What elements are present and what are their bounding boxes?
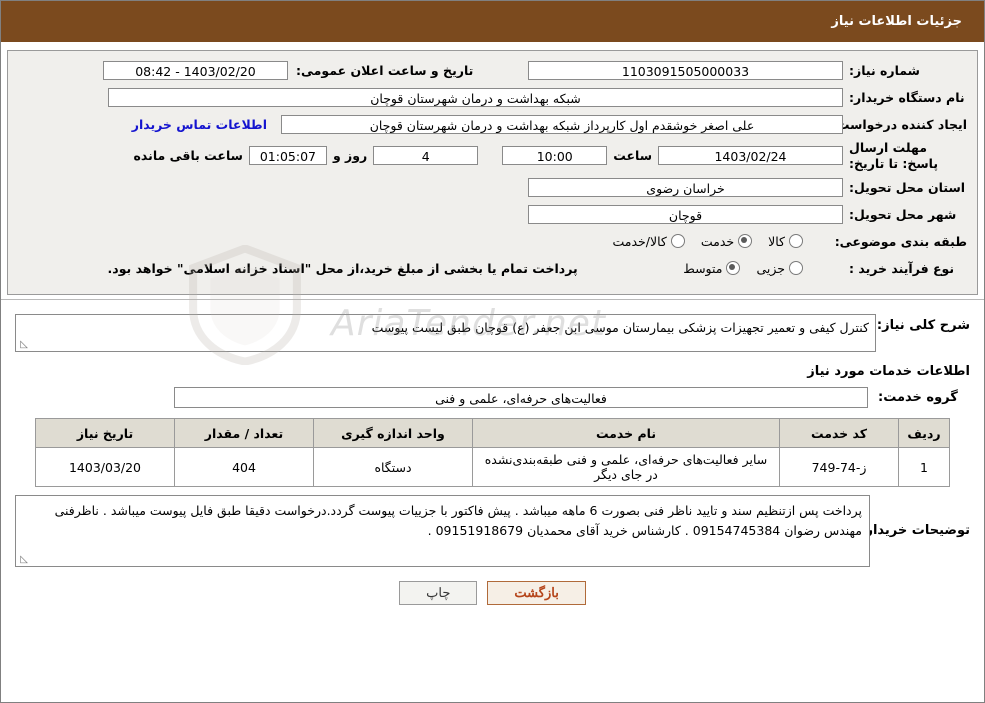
need-details-page: جزئیات اطلاعات نیاز شماره نیاز: 11030915…	[0, 0, 985, 703]
row-general-description: شرح کلی نیاز: کنترل کیفی و تعمیر تجهیزات…	[15, 314, 970, 353]
general-description-value: کنترل کیفی و تعمیر تجهیزات پزشکی بیمارست…	[15, 314, 876, 353]
need-info-panel: شماره نیاز: 1103091505000033 تاریخ و ساع…	[7, 50, 978, 296]
process-label: نوع فرآیند خرید :	[849, 260, 955, 276]
th-row: ردیف	[898, 418, 950, 449]
category-label: طبقه بندی موضوعی:	[834, 233, 967, 249]
general-description-label: شرح کلی نیاز:	[876, 318, 970, 334]
buyer-org-label: نام دستگاه خریدار:	[849, 89, 965, 105]
process-option-jozi-label: جزیی	[756, 260, 785, 276]
category-option-kala[interactable]: کالا	[768, 234, 803, 249]
row-province: استان محل تحویل: خراسان رضوی	[18, 176, 967, 198]
page-header: جزئیات اطلاعات نیاز	[1, 1, 984, 42]
buyer-notes-value: پرداخت پس ازتنظیم سند و تایید ناظر فنی ب…	[15, 495, 870, 568]
row-category: طبقه بندی موضوعی: کالا خدمت کالا/خدمت	[18, 230, 967, 252]
radio-kala-icon[interactable]	[789, 234, 803, 249]
buyer-notes-text: پرداخت پس ازتنظیم سند و تایید ناظر فنی ب…	[54, 503, 862, 539]
services-table-wrap: ردیف کد خدمت نام خدمت واحد اندازه گیری ت…	[35, 418, 950, 488]
category-option-kala-khedmat[interactable]: کالا/خدمت	[612, 233, 685, 249]
row-process: نوع فرآیند خرید : جزیی متوسط پرداخت تمام…	[18, 257, 967, 279]
services-table: ردیف کد خدمت نام خدمت واحد اندازه گیری ت…	[35, 418, 950, 488]
radio-khedmat-icon[interactable]	[738, 234, 753, 249]
th-date: تاریخ نیاز	[35, 418, 175, 449]
process-option-jozi[interactable]: جزیی	[756, 261, 803, 276]
back-button[interactable]: بازگشت	[487, 581, 586, 606]
deadline-time-value: 10:00	[502, 146, 608, 166]
table-row: 1 ز-74-749 سایر فعالیت‌های حرفه‌ای، علمی…	[35, 447, 950, 488]
process-note: پرداخت تمام یا بخشی از مبلغ خرید،از محل …	[107, 260, 578, 276]
process-option-motavaset[interactable]: متوسط	[683, 260, 741, 276]
row-city: شهر محل تحویل: قوچان	[18, 203, 967, 225]
cell-qty: 404	[174, 447, 314, 488]
category-option-kala-khedmat-label: کالا/خدمت	[612, 233, 667, 249]
city-label: شهر محل تحویل:	[849, 206, 957, 222]
general-section: شرح کلی نیاز: کنترل کیفی و تعمیر تجهیزات…	[1, 300, 984, 409]
announce-date-label: تاریخ و ساعت اعلان عمومی:	[296, 62, 474, 78]
announce-date-value: 1403/02/20 - 08:42	[103, 60, 288, 80]
buyer-org-value: شبکه بهداشت و درمان شهرستان قوچان	[108, 87, 843, 107]
remaining-time-value: 01:05:07	[248, 146, 327, 166]
province-label: استان محل تحویل:	[849, 179, 966, 195]
city-value: قوچان	[528, 204, 843, 224]
radio-kala-khedmat-icon[interactable]	[670, 234, 685, 249]
cell-name: سایر فعالیت‌های حرفه‌ای، علمی و فنی طبقه…	[472, 447, 780, 488]
th-qty: تعداد / مقدار	[174, 418, 314, 449]
resize-grip-icon[interactable]: ◺	[18, 340, 28, 350]
row-requester: ایجاد کننده درخواست: علی اصغر خوشقدم اول…	[18, 113, 967, 135]
days-label: روز و	[332, 148, 368, 164]
cell-code: ز-74-749	[779, 447, 899, 488]
province-value: خراسان رضوی	[528, 177, 843, 197]
row-buyer-notes: توضیحات خریدار: پرداخت پس ازتنظیم سند و …	[15, 495, 970, 568]
need-number-label: شماره نیاز:	[849, 62, 920, 78]
remaining-days-value: 4	[373, 146, 479, 166]
need-number-value: 1103091505000033	[528, 60, 843, 80]
deadline-label: مهلت ارسال پاسخ: تا تاریخ:	[849, 140, 939, 171]
buyer-notes-label: توضیحات خریدار:	[860, 523, 970, 539]
table-header-row: ردیف کد خدمت نام خدمت واحد اندازه گیری ت…	[35, 418, 950, 449]
buyer-contact-link[interactable]: اطلاعات تماس خریدار	[132, 117, 281, 132]
process-option-motavaset-label: متوسط	[683, 260, 723, 276]
services-section-title: اطلاعات خدمات مورد نیاز	[807, 364, 970, 380]
row-deadline: مهلت ارسال پاسخ: تا تاریخ: 1403/02/24 سا…	[18, 140, 967, 171]
cell-date: 1403/03/20	[35, 447, 175, 488]
requester-label: ایجاد کننده درخواست:	[831, 116, 967, 132]
remaining-label: ساعت باقی مانده	[133, 148, 243, 164]
general-description-text: کنترل کیفی و تعمیر تجهیزات پزشکی بیمارست…	[371, 320, 869, 336]
service-group-label: گروه خدمت:	[878, 390, 958, 406]
radio-motavaset-icon[interactable]	[726, 261, 741, 276]
cell-unit: دستگاه	[313, 447, 473, 488]
th-code: کد خدمت	[779, 418, 899, 449]
th-name: نام خدمت	[472, 418, 780, 449]
th-unit: واحد اندازه گیری	[313, 418, 473, 449]
deadline-date-value: 1403/02/24	[658, 146, 843, 166]
action-bar: بازگشت چاپ	[1, 581, 984, 606]
print-button[interactable]: چاپ	[399, 581, 478, 606]
page-title: جزئیات اطلاعات نیاز	[831, 14, 962, 29]
cell-row: 1	[898, 447, 950, 488]
service-group-value: فعالیت‌های حرفه‌ای، علمی و فنی	[174, 387, 868, 409]
requester-value: علی اصغر خوشقدم اول کارپرداز شبکه بهداشت…	[281, 114, 843, 134]
notes-resize-grip-icon[interactable]: ◺	[18, 555, 28, 565]
row-service-group: گروه خدمت: فعالیت‌های حرفه‌ای، علمی و فن…	[15, 387, 970, 409]
category-option-kala-label: کالا	[768, 233, 785, 249]
row-buyer-org: نام دستگاه خریدار: شبکه بهداشت و درمان ش…	[18, 86, 967, 108]
category-option-khedmat[interactable]: خدمت	[700, 233, 753, 249]
hour-label: ساعت	[613, 148, 652, 164]
category-option-khedmat-label: خدمت	[700, 233, 735, 249]
radio-jozi-icon[interactable]	[789, 261, 803, 276]
row-need-number: شماره نیاز: 1103091505000033 تاریخ و ساع…	[18, 59, 967, 81]
